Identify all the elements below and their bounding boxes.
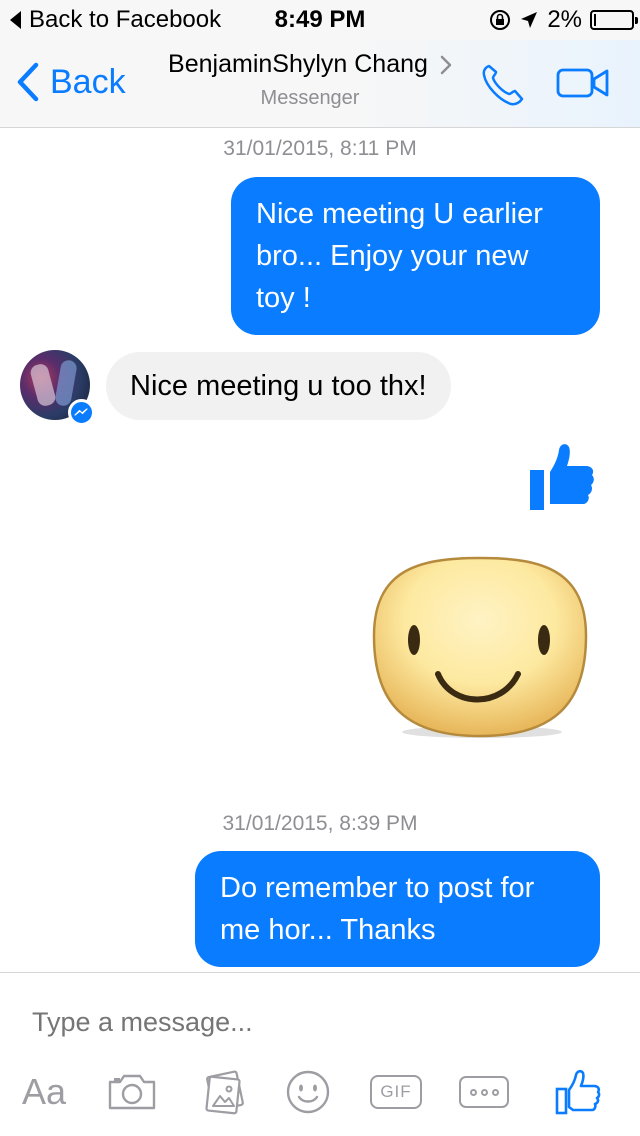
message-line: Nice meeting U earlier (256, 198, 543, 230)
more-options-button[interactable] (456, 1064, 512, 1120)
chevron-right-icon (440, 55, 452, 74)
message-input[interactable] (32, 1002, 592, 1042)
smiley-icon (286, 1070, 330, 1114)
video-call-button[interactable] (556, 66, 610, 105)
message-line: me hor... Thanks (220, 914, 436, 946)
composer-toolbar: Aa GIF (0, 1064, 640, 1120)
conversation-header: Back BenjaminShylyn Chang Messenger (0, 40, 640, 128)
smiley-sticker[interactable] (372, 556, 588, 742)
message-line: Do remember to post for (220, 872, 535, 904)
contact-name: BenjaminShylyn Chang (168, 50, 428, 78)
voice-call-button[interactable] (480, 62, 526, 113)
messenger-badge-icon (68, 399, 95, 426)
contact-title[interactable]: BenjaminShylyn Chang Messenger (150, 50, 470, 110)
incoming-message[interactable]: Nice meeting u too thx! (106, 352, 451, 420)
battery-icon (590, 10, 638, 30)
gif-button[interactable]: GIF (368, 1064, 424, 1120)
more-dots-icon (459, 1076, 509, 1108)
back-button[interactable]: Back (16, 62, 126, 102)
contact-subtitle: Messenger (260, 87, 360, 109)
message-timestamp: 31/01/2015, 8:39 PM (222, 812, 418, 835)
camera-button[interactable] (104, 1064, 160, 1120)
message-line: bro... Enjoy your new (256, 240, 529, 272)
back-button-label: Back (50, 62, 126, 101)
thumbs-up-icon[interactable] (526, 440, 598, 519)
battery-level (594, 14, 596, 26)
message-timestamp: 31/01/2015, 8:11 PM (223, 137, 417, 160)
rotation-lock-icon (490, 10, 511, 30)
message-text: Nice meeting u too thx! (130, 370, 427, 402)
message-line: toy ! (256, 282, 311, 314)
status-indicators: 2% (489, 6, 638, 34)
thumbs-up-outline-icon (555, 1069, 601, 1115)
photo-library-icon (205, 1070, 244, 1115)
status-bar: Back to Facebook 8:49 PM 2% (0, 0, 640, 40)
like-button[interactable] (550, 1064, 606, 1120)
sticker-button[interactable] (284, 1064, 332, 1120)
text-format-label: Aa (21, 1071, 67, 1112)
gif-icon: GIF (370, 1075, 422, 1109)
composer-divider (0, 972, 640, 973)
outgoing-message[interactable]: Nice meeting U earlier bro... Enjoy your… (231, 177, 600, 335)
photo-library-button[interactable] (196, 1064, 252, 1120)
battery-percent: 2% (547, 6, 582, 33)
video-camera-icon (556, 68, 609, 98)
text-format-button[interactable]: Aa (14, 1064, 74, 1120)
outgoing-message[interactable]: Do remember to post for me hor... Thanks (195, 851, 600, 967)
phone-icon (482, 64, 524, 106)
location-arrow-icon (521, 12, 538, 28)
camera-icon (108, 1074, 156, 1110)
chevron-left-icon (17, 62, 39, 102)
